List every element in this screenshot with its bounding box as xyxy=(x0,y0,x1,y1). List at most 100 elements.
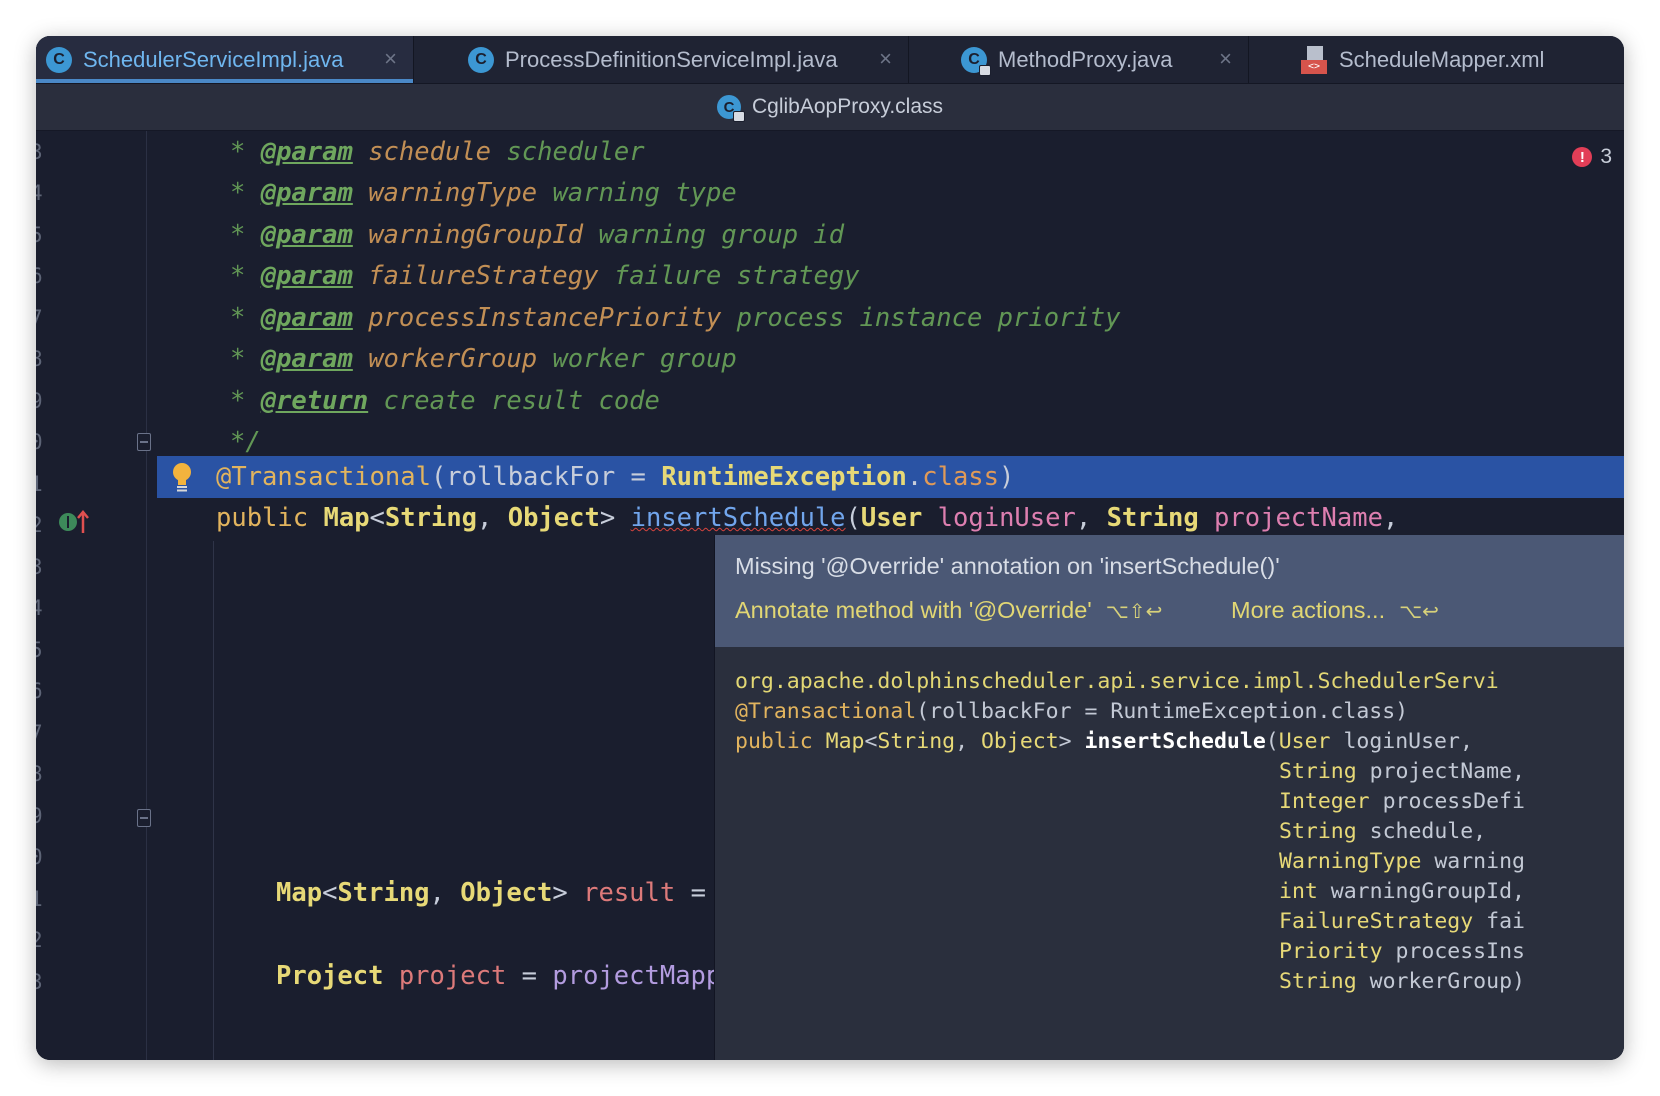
line-number: 4 xyxy=(36,181,43,205)
param-type: int xyxy=(1279,879,1318,904)
javadoc-tag: @param xyxy=(260,344,353,374)
line-number: 1 xyxy=(36,887,43,911)
param-type: Priority xyxy=(1279,939,1383,964)
doc-param-line: Integer processDefi xyxy=(1279,787,1525,817)
error-icon: ! xyxy=(1572,147,1593,167)
more-actions-link[interactable]: More actions... ⌥↩ xyxy=(1231,597,1439,624)
line-number: 1 xyxy=(36,472,43,496)
paren: ) xyxy=(999,462,1015,492)
return-description: create result code xyxy=(383,386,660,416)
close-icon[interactable]: × xyxy=(384,46,397,72)
line-number: 0 xyxy=(36,845,43,869)
javadoc-tag: @param xyxy=(260,220,353,250)
annotate-override-action[interactable]: Annotate method with '@Override' ⌥⇧↩ xyxy=(735,597,1162,624)
implements-method-icon[interactable] xyxy=(58,507,92,537)
type-name: String xyxy=(337,878,430,908)
inspection-message: Missing '@Override' annotation on 'inser… xyxy=(735,553,1280,579)
tab-schedule-mapper-xml[interactable]: <> ScheduleMapper.xml xyxy=(1249,36,1624,83)
fold-marker[interactable] xyxy=(137,809,151,827)
comment-star: * xyxy=(230,303,246,333)
param-name: warningGroupId, xyxy=(1330,879,1525,904)
lightbulb-icon[interactable] xyxy=(172,462,192,492)
xml-badge: <> xyxy=(1301,59,1327,74)
line-number: 2 xyxy=(36,513,43,537)
param-type: String xyxy=(1279,969,1357,994)
javadoc-line: * @param schedule scheduler xyxy=(230,131,645,173)
locked-class-icon: C xyxy=(716,95,745,122)
line-number: 0 xyxy=(36,430,43,454)
local-variable: result xyxy=(583,878,676,908)
tab-process-definition-service-impl[interactable]: C ProcessDefinitionServiceImpl.java × xyxy=(414,36,909,83)
line-number-gutter xyxy=(36,131,146,1060)
method-name-with-warning[interactable]: insertSchedule xyxy=(631,503,846,533)
param-description: warning type xyxy=(552,178,737,208)
inspection-widget[interactable]: ! 3 xyxy=(1572,145,1612,169)
result-declaration-line: Map<String, Object> result = xyxy=(276,872,706,914)
secondary-tab-bar: C CglibAopProxy.class xyxy=(36,84,1624,131)
code-editor[interactable]: 3 4 5 6 7 8 9 0 1 2 3 4 5 6 7 8 9 0 1 2 … xyxy=(36,131,1624,1060)
error-count: 3 xyxy=(1600,145,1612,168)
param-type: FailureStrategy xyxy=(1279,909,1474,934)
comma: , xyxy=(1382,503,1399,533)
popup-header: Missing '@Override' annotation on 'inser… xyxy=(715,535,1624,647)
operator: = xyxy=(521,961,538,991)
inspection-popup: Missing '@Override' annotation on 'inser… xyxy=(714,535,1624,1060)
field-reference: projectMapp xyxy=(552,961,722,991)
doc-param-line: WarningType warning xyxy=(1279,847,1525,877)
fold-marker[interactable] xyxy=(137,433,151,451)
tab-label: MethodProxy.java xyxy=(998,46,1173,72)
comma: , xyxy=(1075,503,1092,533)
param-name: processDefi xyxy=(1382,789,1525,814)
javadoc-tag: @param xyxy=(260,261,353,291)
java-class-icon: C xyxy=(46,46,72,73)
javadoc-tag: @param xyxy=(260,303,353,333)
tab-label: ScheduleMapper.xml xyxy=(1339,46,1545,72)
close-icon[interactable]: × xyxy=(879,46,892,72)
comma: , xyxy=(955,729,981,754)
parameter-name: projectName xyxy=(1214,503,1383,533)
line-number: 6 xyxy=(36,679,43,703)
param-name: warningGroupId xyxy=(368,220,584,250)
javadoc-tag: @param xyxy=(260,178,353,208)
javadoc-line: * @param workerGroup worker group xyxy=(230,338,737,380)
line-number: 5 xyxy=(36,223,43,247)
tab-cglib-aop-proxy[interactable]: C CglibAopProxy.class xyxy=(716,95,944,122)
generic-open: < xyxy=(322,878,338,908)
param-name: warning xyxy=(1434,849,1525,874)
type-name: Map xyxy=(825,729,865,754)
tab-label: CglibAopProxy.class xyxy=(751,95,944,118)
line-number: 3 xyxy=(36,970,43,994)
type-name: RuntimeException xyxy=(661,462,907,492)
comment-star: * xyxy=(230,344,246,374)
type-name: Map xyxy=(323,503,370,533)
doc-param-line: FailureStrategy fai xyxy=(1279,907,1525,937)
doc-annotation: @Transactional(rollbackFor = RuntimeExce… xyxy=(735,697,1408,727)
comment-star: * xyxy=(230,137,246,167)
type-name: Object xyxy=(460,878,553,908)
param-name: fai xyxy=(1486,909,1525,934)
quick-documentation: org.apache.dolphinscheduler.api.service.… xyxy=(715,647,1624,1060)
keyword: public xyxy=(735,729,813,754)
javadoc-line: * @param processInstancePriority process… xyxy=(230,297,1120,339)
javadoc-line: * @param warningType warning type xyxy=(230,172,737,214)
param-name: warningType xyxy=(368,178,538,208)
type-name: Object xyxy=(980,729,1059,754)
tab-scheduler-service-impl[interactable]: C SchedulerServiceImpl.java × xyxy=(36,36,414,83)
generic-open: < xyxy=(369,503,385,533)
line-number: 6 xyxy=(36,264,43,288)
package-name: org.apache.dolphinscheduler.api.service.… xyxy=(735,669,1499,694)
param-type: Integer xyxy=(1279,789,1370,814)
param-description: scheduler xyxy=(506,137,645,167)
comment-star: * xyxy=(230,220,246,250)
param-description: process instance priority xyxy=(736,303,1121,333)
paren: ( xyxy=(845,503,861,533)
line-number: 2 xyxy=(36,928,43,952)
annotation-attribute: rollbackFor xyxy=(446,462,616,492)
type-name: String xyxy=(1106,503,1199,533)
comma: , xyxy=(477,503,493,533)
line-number: 4 xyxy=(36,596,43,620)
tab-method-proxy[interactable]: C MethodProxy.java × xyxy=(909,36,1249,83)
comma: , xyxy=(429,878,445,908)
tab-label: ProcessDefinitionServiceImpl.java xyxy=(505,46,838,72)
close-icon[interactable]: × xyxy=(1219,46,1232,72)
